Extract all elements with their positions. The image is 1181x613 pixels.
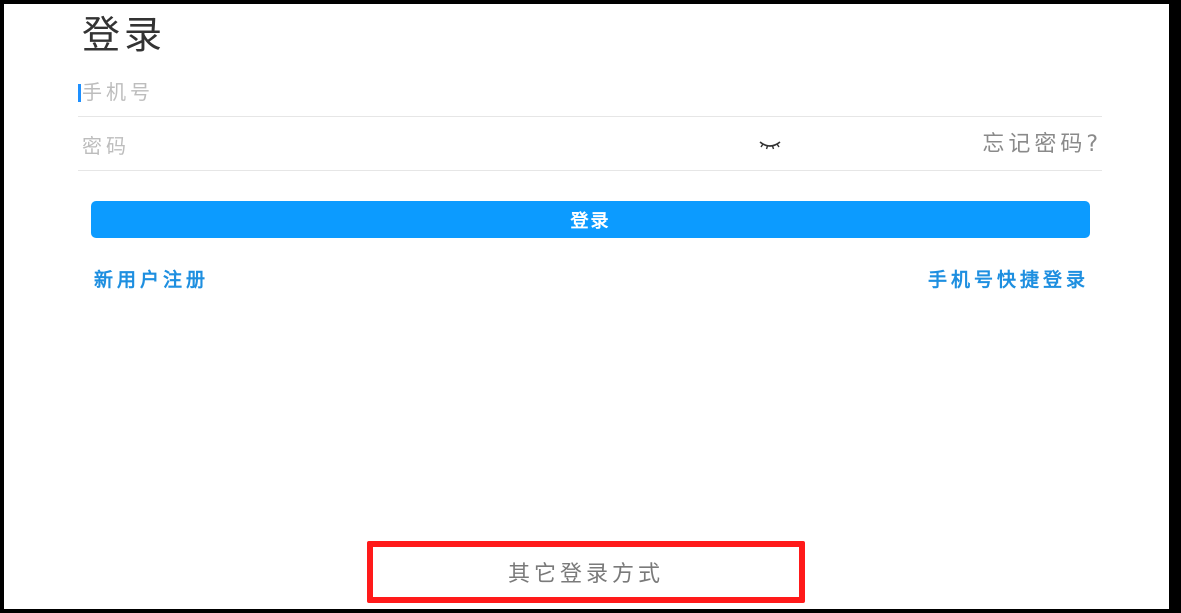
register-link[interactable]: 新用户注册 xyxy=(94,266,209,294)
other-login-methods-label: 其它登录方式 xyxy=(507,562,664,587)
phone-field-row xyxy=(78,64,1102,117)
phone-input[interactable] xyxy=(82,76,722,108)
quick-login-link[interactable]: 手机号快捷登录 xyxy=(928,266,1089,294)
login-button[interactable]: 登录 xyxy=(91,201,1090,238)
password-input[interactable] xyxy=(82,130,722,162)
forgot-password-link[interactable]: 忘记密码? xyxy=(982,130,1102,160)
login-screen: 登录 忘记密码? 登录 新用户注册 手机号快捷登录 其它登录方式 xyxy=(4,4,1169,609)
other-login-methods-button[interactable]: 其它登录方式 xyxy=(367,541,805,603)
page-title: 登录 xyxy=(82,13,167,57)
eye-closed-icon[interactable] xyxy=(758,136,782,152)
text-cursor xyxy=(78,84,81,102)
password-field-row: 忘记密码? xyxy=(78,118,1102,171)
